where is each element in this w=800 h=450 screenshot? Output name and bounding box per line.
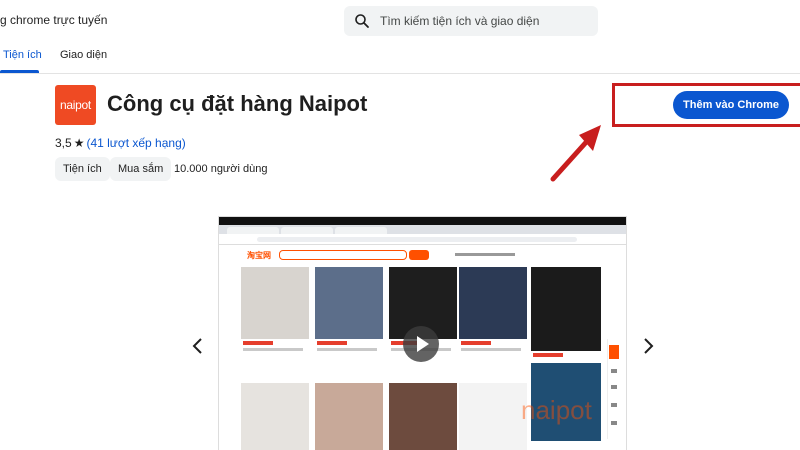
browser-tab: [335, 227, 387, 234]
play-icon: [417, 336, 429, 352]
product-image: [389, 383, 457, 450]
product-desc: [461, 348, 521, 351]
product-image: [315, 267, 383, 339]
price: [461, 341, 491, 345]
product-image: [459, 383, 527, 450]
toolbar-icon: [611, 421, 617, 425]
product-desc: [317, 348, 377, 351]
product-image: [241, 267, 309, 339]
product-desc: [243, 348, 303, 351]
taobao-search: [279, 250, 407, 260]
rating: 3,5 ★ (41 lượt xếp hạng): [55, 136, 186, 150]
naipot-toolbar-button: [609, 345, 619, 359]
chevron-left-icon[interactable]: [188, 334, 208, 358]
url-field: [257, 237, 577, 242]
browser-frame: [219, 217, 626, 225]
store-title[interactable]: g chrome trực tuyến: [0, 13, 107, 27]
extension-screenshot: 淘宝网 naipot: [219, 217, 626, 450]
price: [533, 353, 563, 357]
browser-tab: [227, 227, 279, 234]
ratings-link[interactable]: (41 lượt xếp hạng): [86, 136, 185, 150]
watermark: naipot: [521, 395, 592, 425]
user-count: 10.000 người dùng: [174, 163, 268, 175]
category-chip-shopping[interactable]: Mua sắm: [110, 157, 172, 181]
price: [317, 341, 347, 345]
logo-text: naipot: [60, 98, 91, 112]
browser-tab: [281, 227, 333, 234]
search-input[interactable]: Tìm kiếm tiện ích và giao diện: [380, 14, 539, 28]
product-image: [315, 383, 383, 450]
top-bar: g chrome trực tuyến Tìm kiếm tiện ích và…: [0, 0, 800, 40]
toolbar-icon: [611, 369, 617, 373]
header-info: [455, 253, 515, 256]
product-image: [241, 383, 309, 450]
category-chip-extension[interactable]: Tiện ích: [55, 157, 110, 181]
star-icon: ★: [73, 136, 85, 150]
rating-value: 3,5: [55, 136, 72, 150]
search-icon: [355, 14, 369, 28]
add-to-chrome-button[interactable]: Thêm vào Chrome: [673, 91, 789, 119]
toolbar-icon: [611, 385, 617, 389]
extension-logo: naipot: [55, 85, 96, 125]
product-image: [459, 267, 527, 339]
taobao-search-button: [409, 250, 429, 260]
product-image: [531, 267, 601, 351]
toolbar-icon: [611, 403, 617, 407]
tab-themes[interactable]: Giao diện: [60, 49, 107, 61]
chevron-right-icon[interactable]: [638, 334, 658, 358]
taobao-logo: 淘宝网: [247, 251, 271, 260]
search-box[interactable]: Tìm kiếm tiện ích và giao diện: [344, 6, 598, 36]
extension-title: Công cụ đặt hàng Naipot: [107, 91, 368, 116]
price: [243, 341, 273, 345]
pointer-arrow-icon: [550, 125, 601, 182]
divider: [0, 73, 800, 74]
tab-extensions[interactable]: Tiện ích: [3, 49, 42, 61]
